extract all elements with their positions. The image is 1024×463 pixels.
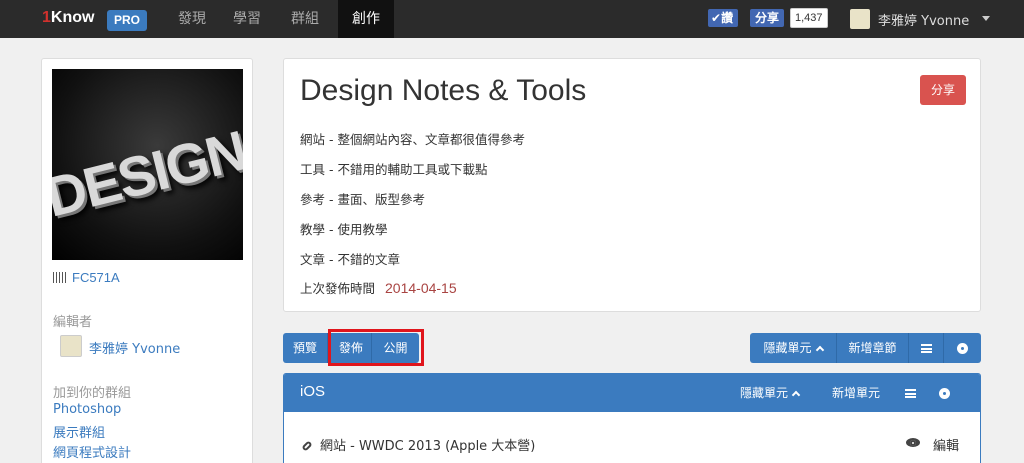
add-unit-button[interactable]: 新增單元	[832, 374, 880, 412]
chapter-hide-units-button[interactable]: 隱藏單元	[740, 374, 801, 412]
chapter-menu-button[interactable]	[905, 374, 916, 412]
link-icon	[301, 440, 313, 452]
book-header-card: Design Notes & Tools 分享 網站 - 整個網站內容、文章都很…	[283, 58, 981, 312]
add-chapter-button[interactable]: 新增章節	[837, 333, 909, 363]
cover-word: DESIGN	[52, 118, 243, 229]
highlight-box	[328, 329, 424, 366]
nav-learn[interactable]: 學習	[222, 0, 272, 38]
chevron-up-icon	[815, 345, 824, 355]
description-line: 教學 - 使用教學	[300, 222, 388, 237]
chapter-header: iOS 隱藏單元 新增單元	[284, 374, 980, 412]
fb-share-count: 1,437	[790, 8, 828, 28]
user-menu[interactable]: 李雅婷 Yvonne	[878, 10, 969, 29]
group-link[interactable]: 展示群組	[53, 422, 105, 441]
gear-icon	[958, 344, 967, 353]
sidebar: DESIGN FC571A 編輯者 李雅婷 Yvonne 加到你的群組 Phot…	[41, 58, 253, 463]
nav-create[interactable]: 創作	[338, 0, 394, 38]
logo[interactable]: 1Know	[42, 9, 94, 27]
bars-icon	[905, 389, 916, 398]
unit-item[interactable]: 網站 - WWDC 2013 (Apple 大本營)	[301, 435, 535, 454]
cover-image: DESIGN	[52, 69, 243, 260]
published-label: 上次發佈時間	[300, 281, 376, 296]
hide-units-button[interactable]: 隱藏單元	[750, 333, 837, 363]
page-title: Design Notes & Tools	[300, 74, 587, 107]
pro-badge: PRO	[107, 10, 147, 31]
editor-avatar[interactable]	[60, 335, 82, 357]
editor-label: 編輯者	[53, 315, 93, 330]
nav-groups[interactable]: 群組	[280, 0, 330, 38]
menu-button[interactable]	[909, 333, 944, 363]
chapter-settings-button[interactable]	[940, 374, 949, 412]
top-navbar: 1Know PRO 發現 學習 群組 創作 ✔讚 分享 1,437 李雅婷 Yv…	[0, 0, 1024, 38]
chapter-title[interactable]: iOS	[300, 383, 325, 400]
gear-icon	[940, 389, 949, 398]
fb-like-button[interactable]: ✔讚	[708, 9, 739, 27]
caret-down-icon[interactable]	[982, 16, 990, 21]
eye-icon[interactable]	[906, 438, 920, 447]
editor-name[interactable]: 李雅婷 Yvonne	[89, 338, 180, 357]
edit-link[interactable]: 編輯	[933, 435, 959, 454]
check-icon: ✔	[711, 11, 722, 25]
nav-discover[interactable]: 發現	[167, 0, 217, 38]
chevron-up-icon	[791, 390, 801, 400]
settings-button[interactable]	[944, 333, 981, 363]
fb-share-button[interactable]: 分享	[750, 9, 785, 27]
chapter-panel: iOS 隱藏單元 新增單元 網站 - WWDC 2013 (Apple 大本營)…	[283, 373, 981, 463]
description-line: 文章 - 不錯的文章	[300, 252, 400, 267]
group-link[interactable]: Photoshop	[53, 402, 121, 417]
barcode-icon	[53, 272, 67, 283]
groups-label: 加到你的群組	[53, 386, 132, 401]
description-line: 工具 - 不錯用的輔助工具或下載點	[300, 162, 488, 177]
description-line: 參考 - 畫面、版型參考	[300, 192, 425, 207]
user-avatar[interactable]	[850, 9, 870, 29]
share-button[interactable]: 分享	[920, 75, 966, 105]
preview-button[interactable]: 預覽	[283, 333, 328, 363]
description-line: 網站 - 整個網站內容、文章都很值得參考	[300, 132, 525, 147]
bars-icon	[920, 344, 932, 353]
published-info: 上次發佈時間 2014-04-15	[300, 278, 457, 297]
published-date: 2014-04-15	[385, 280, 457, 296]
book-code[interactable]: FC571A	[53, 270, 120, 285]
group-link[interactable]: 網頁程式設計	[53, 442, 131, 461]
